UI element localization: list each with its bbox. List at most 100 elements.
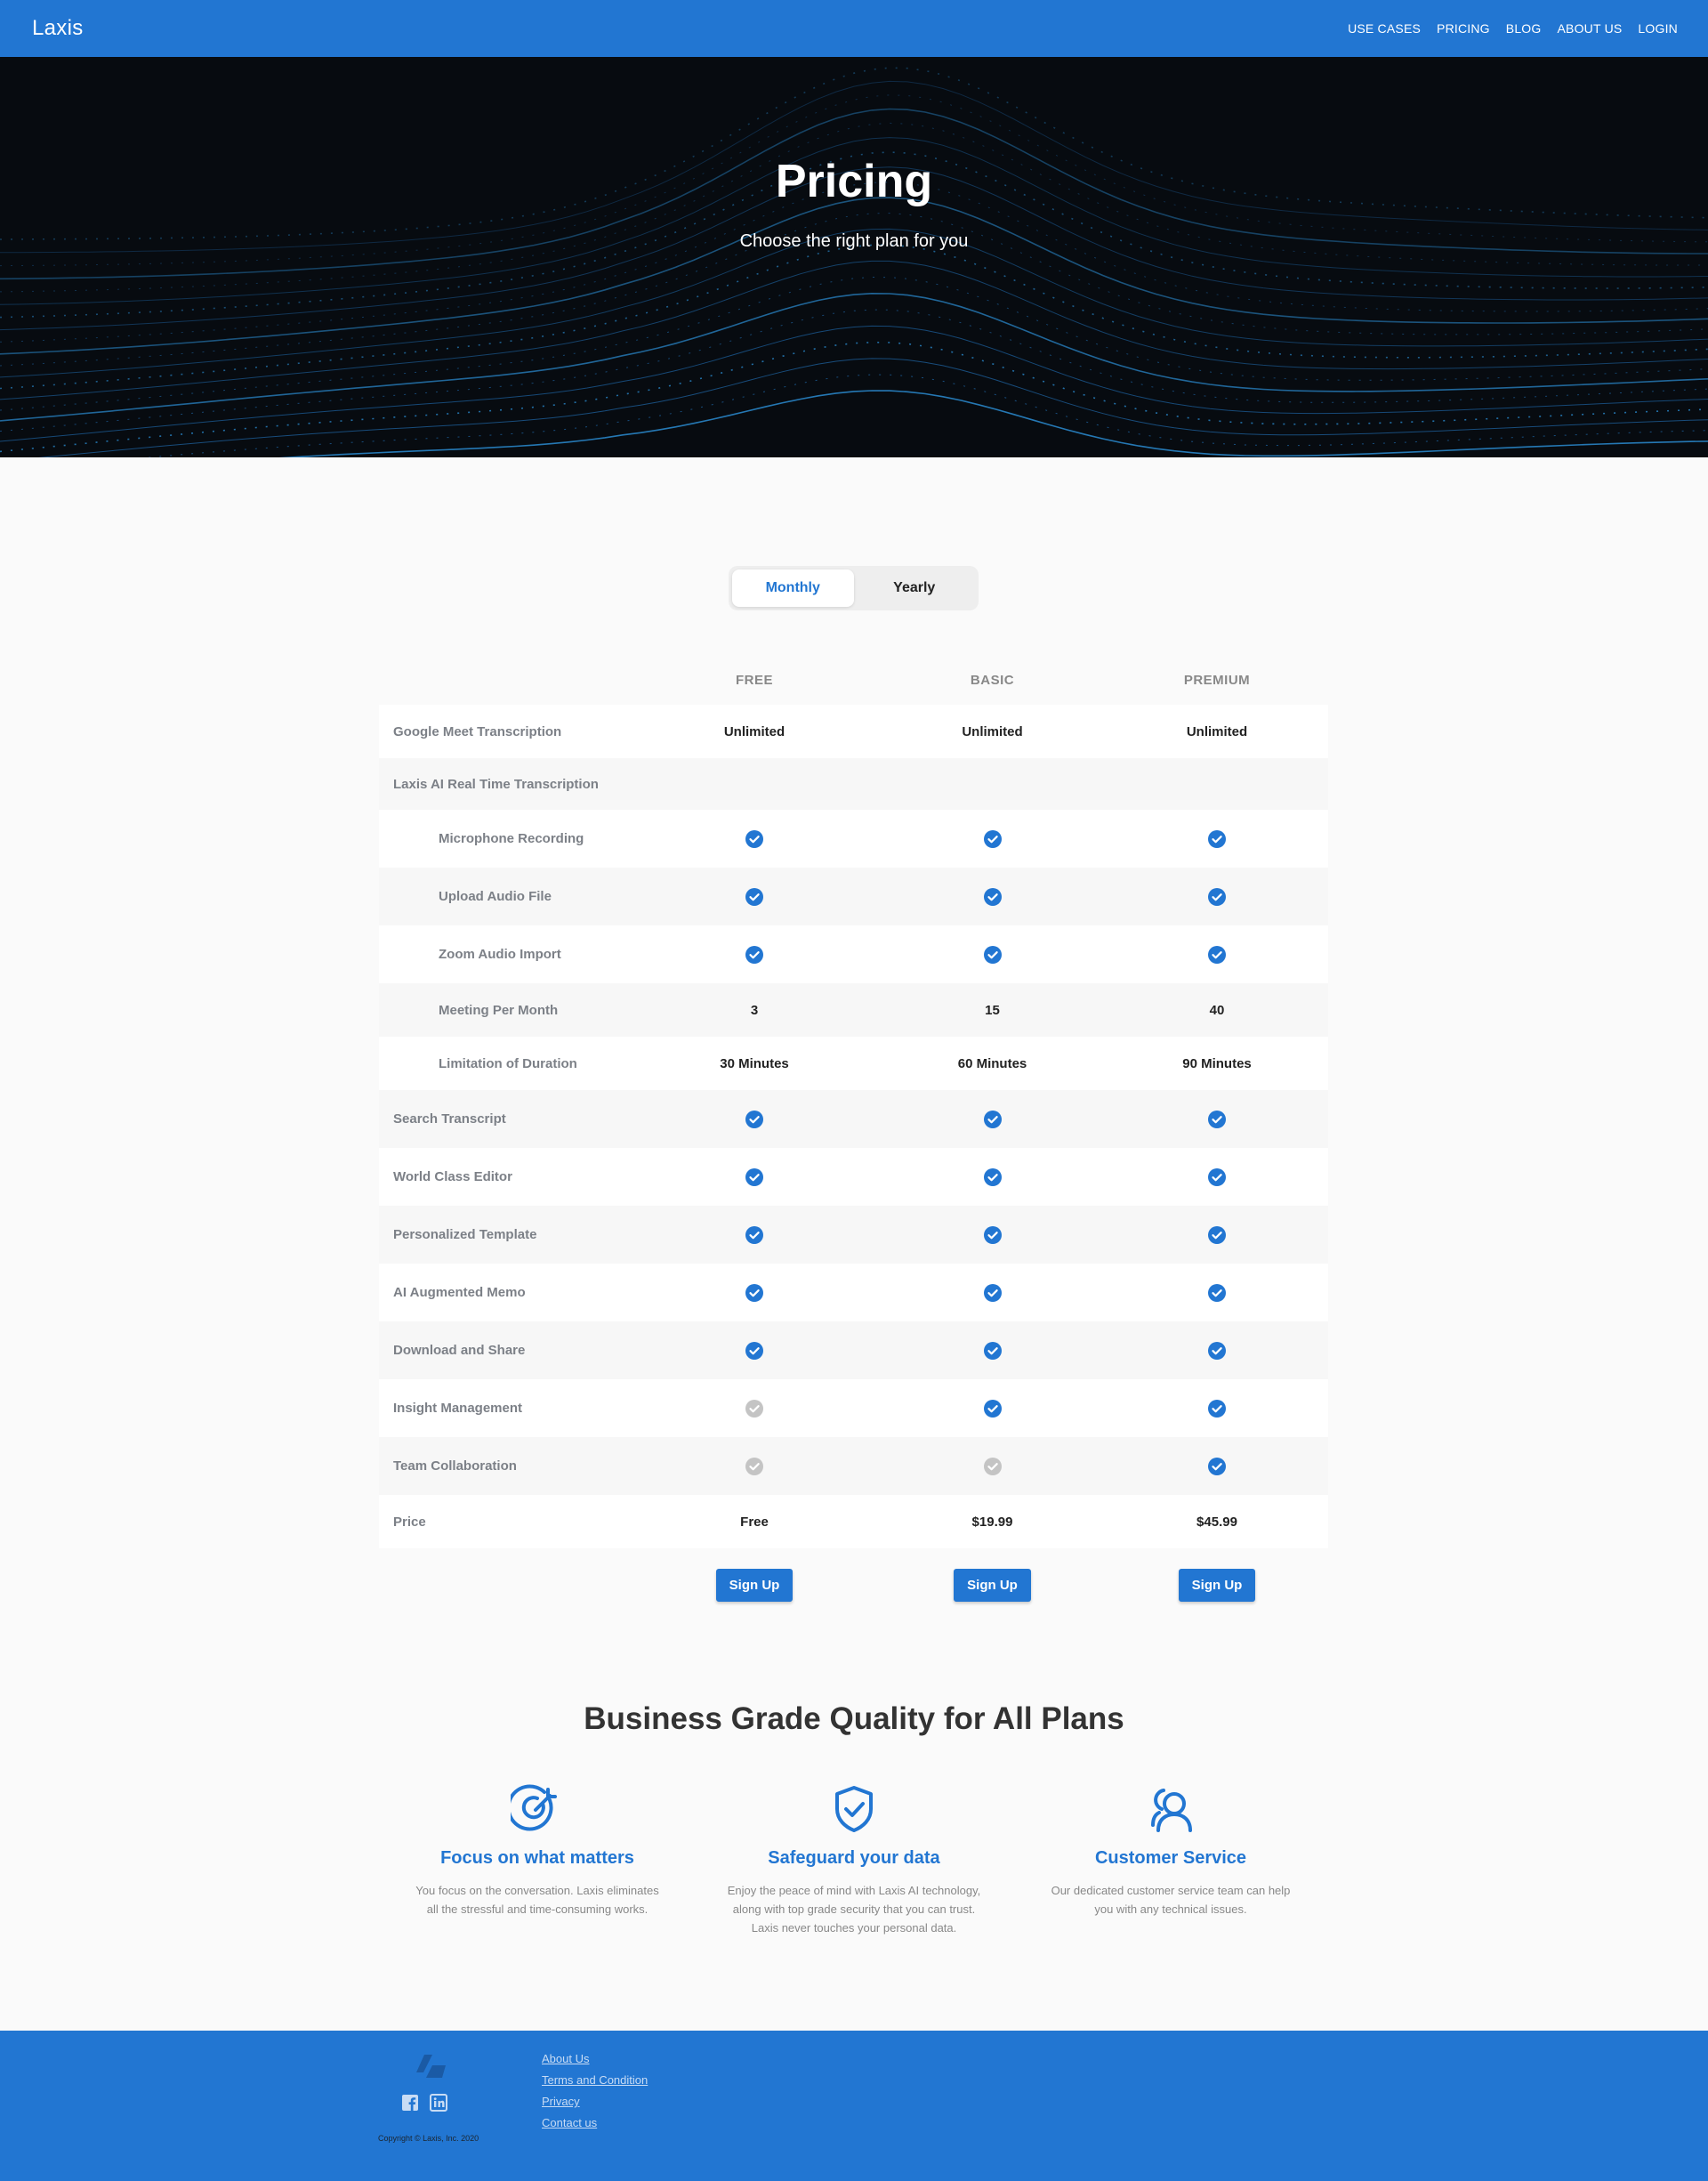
hero-wave-background bbox=[0, 67, 1708, 457]
check-icon bbox=[983, 887, 1002, 906]
feature-value-premium bbox=[1106, 1341, 1328, 1360]
feature-value-premium bbox=[1106, 1110, 1328, 1128]
feature-value-free bbox=[630, 1110, 879, 1128]
table-row: Download and Share bbox=[379, 1321, 1328, 1379]
check-icon bbox=[745, 1341, 763, 1360]
feature-value-free bbox=[630, 887, 879, 906]
check-icon bbox=[983, 1225, 1002, 1244]
feature-value-basic bbox=[879, 887, 1106, 906]
table-row: Microphone Recording bbox=[379, 810, 1328, 868]
toggle-monthly[interactable]: Monthly bbox=[732, 569, 854, 607]
feature-value-basic bbox=[879, 1283, 1106, 1302]
check-icon bbox=[1208, 1225, 1226, 1244]
feature-label: Search Transcript bbox=[393, 1111, 506, 1127]
check-icon bbox=[745, 1110, 763, 1128]
table-row: Price Free $19.99 $45.99 bbox=[379, 1495, 1328, 1548]
feature-label: Google Meet Transcription bbox=[393, 723, 562, 739]
check-icon bbox=[745, 1283, 763, 1302]
check-disabled-icon bbox=[745, 1457, 763, 1475]
feature-value-basic bbox=[879, 1225, 1106, 1244]
table-row: Personalized Template bbox=[379, 1206, 1328, 1264]
feature-value-basic: $19.99 bbox=[971, 1514, 1013, 1530]
feature-value-basic: 15 bbox=[985, 1002, 1000, 1018]
feature-label: AI Augmented Memo bbox=[393, 1285, 526, 1300]
table-row: Upload Audio File bbox=[379, 868, 1328, 925]
nav-link-pricing[interactable]: PRICING bbox=[1437, 21, 1490, 36]
feature-label: Personalized Template bbox=[393, 1227, 537, 1242]
hero-wave-line bbox=[0, 325, 1708, 442]
signup-row: Sign Up Sign Up Sign Up bbox=[379, 1559, 1328, 1611]
feature-value-free bbox=[630, 1457, 879, 1475]
signup-button-free[interactable]: Sign Up bbox=[715, 1568, 794, 1602]
feature-value-free bbox=[630, 1399, 879, 1418]
feature-value-premium: 90 Minutes bbox=[1182, 1055, 1252, 1071]
feature-value-premium bbox=[1106, 1457, 1328, 1475]
check-disabled-icon bbox=[745, 1399, 763, 1418]
top-nav: Laxis USE CASES PRICING BLOG ABOUT US LO… bbox=[0, 0, 1708, 57]
nav-link-use-cases[interactable]: USE CASES bbox=[1348, 21, 1421, 36]
footer-link-contact-us[interactable]: Contact us bbox=[542, 2116, 648, 2129]
feature-focus: Focus on what matters You focus on the c… bbox=[408, 1782, 666, 1918]
check-icon bbox=[1208, 887, 1226, 906]
feature-label: Meeting Per Month bbox=[439, 1002, 559, 1018]
social-links bbox=[401, 2094, 447, 2112]
facebook-icon[interactable] bbox=[401, 2094, 419, 2112]
feature-value-free: 30 Minutes bbox=[720, 1055, 789, 1071]
feature-label: Limitation of Duration bbox=[439, 1055, 577, 1071]
feature-value-free: Unlimited bbox=[723, 723, 786, 739]
check-icon bbox=[1208, 829, 1226, 848]
toggle-yearly[interactable]: Yearly bbox=[854, 569, 976, 607]
table-row: AI Augmented Memo bbox=[379, 1264, 1328, 1321]
brand-logo[interactable]: Laxis bbox=[32, 16, 84, 41]
laxis-logo-icon[interactable] bbox=[415, 2053, 447, 2080]
signup-button-basic[interactable]: Sign Up bbox=[954, 1568, 1031, 1602]
feature-safeguard-text: Enjoy the peace of mind with Laxis AI te… bbox=[727, 1884, 981, 1935]
feature-value-free: Free bbox=[740, 1514, 769, 1530]
check-icon bbox=[1208, 1399, 1226, 1418]
feature-value-free bbox=[630, 829, 879, 848]
check-icon bbox=[983, 829, 1002, 848]
feature-customer-service-title: Customer Service bbox=[1094, 1848, 1247, 1868]
nav-link-about-us[interactable]: ABOUT US bbox=[1558, 21, 1623, 36]
hero-banner: Pricing Choose the right plan for you bbox=[0, 57, 1708, 457]
feature-value-basic bbox=[879, 1399, 1106, 1418]
hero-wave-line bbox=[0, 260, 1708, 400]
feature-label: World Class Editor bbox=[393, 1169, 512, 1184]
feature-safeguard: Safeguard your data Enjoy the peace of m… bbox=[725, 1782, 983, 1937]
nav-link-blog[interactable]: BLOG bbox=[1506, 21, 1542, 36]
footer: Copyright © Laxis, Inc. 2020 About Us Te… bbox=[0, 2031, 1708, 2181]
linkedin-icon[interactable] bbox=[430, 2094, 447, 2112]
check-icon bbox=[745, 829, 763, 848]
feature-value-basic bbox=[879, 1457, 1106, 1475]
feature-value-free bbox=[630, 1283, 879, 1302]
hero-wave-line bbox=[0, 67, 1708, 240]
feature-value-basic bbox=[879, 945, 1106, 964]
feature-value-free bbox=[630, 945, 879, 964]
page-subtitle: Choose the right plan for you bbox=[739, 231, 969, 251]
table-row: Limitation of Duration 30 Minutes 60 Minut… bbox=[379, 1037, 1328, 1090]
table-row: Insight Management bbox=[379, 1379, 1328, 1437]
feature-label: Team Collaboration bbox=[393, 1458, 517, 1474]
billing-toggle: Monthly Yearly bbox=[729, 566, 979, 610]
table-row: World Class Editor bbox=[379, 1148, 1328, 1206]
pricing-table: FREE BASIC PREMIUM Google Meet Transcrip… bbox=[379, 655, 1328, 1611]
feature-label: Upload Audio File bbox=[439, 889, 552, 904]
feature-label: Laxis AI Real Time Transcription bbox=[393, 776, 599, 792]
footer-links: About Us Terms and Condition Privacy Con… bbox=[542, 2052, 648, 2137]
feature-customer-service-text: Our dedicated customer service team can … bbox=[1051, 1884, 1291, 1916]
feature-value-free bbox=[630, 1341, 879, 1360]
footer-link-about-us[interactable]: About Us bbox=[542, 2052, 648, 2065]
footer-link-privacy[interactable]: Privacy bbox=[542, 2095, 648, 2108]
check-disabled-icon bbox=[983, 1457, 1002, 1475]
hero-wave-line bbox=[278, 390, 1708, 457]
hero-wave-line bbox=[0, 309, 1708, 432]
signup-button-premium[interactable]: Sign Up bbox=[1178, 1568, 1256, 1602]
check-icon bbox=[983, 1283, 1002, 1302]
check-icon bbox=[983, 945, 1002, 964]
nav-link-login[interactable]: LOGIN bbox=[1638, 21, 1678, 36]
feature-value-premium bbox=[1106, 1225, 1328, 1244]
footer-link-terms[interactable]: Terms and Condition bbox=[542, 2073, 648, 2087]
check-icon bbox=[983, 1341, 1002, 1360]
feature-focus-text: You focus on the conversation. Laxis eli… bbox=[415, 1884, 659, 1916]
feature-value-basic bbox=[879, 1110, 1106, 1128]
